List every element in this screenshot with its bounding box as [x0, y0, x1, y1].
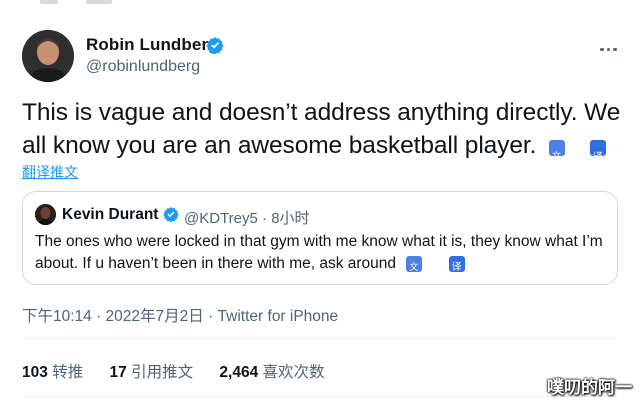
- divider: [22, 338, 618, 339]
- watermark: 噗叨的阿一: [547, 378, 632, 398]
- quoted-handle[interactable]: @KDTrey5: [184, 210, 258, 227]
- author-handle[interactable]: @robinlundberg: [86, 58, 200, 76]
- verified-badge-icon: [163, 207, 179, 222]
- tweet-body: This is vague and doesn’t address anythi…: [22, 99, 621, 159]
- tweet-text: This is vague and doesn’t address anythi…: [22, 96, 622, 174]
- quoted-separator: ·: [262, 210, 268, 227]
- divider: [22, 396, 618, 397]
- likes-count: 2,464: [219, 364, 259, 381]
- verified-badge-icon: [206, 37, 224, 54]
- more-options-icon[interactable]: [600, 38, 620, 51]
- likes-label: 喜欢次数: [262, 364, 325, 381]
- translate-icons[interactable]: [549, 130, 606, 174]
- google-translate-icon[interactable]: [549, 139, 565, 174]
- google-translate-icon[interactable]: [406, 255, 423, 279]
- translate-icon[interactable]: [448, 255, 465, 279]
- likes-stat[interactable]: 2,464 喜欢次数: [219, 364, 324, 381]
- retweets-stat[interactable]: 103 转推: [22, 364, 83, 381]
- retweets-label: 转推: [52, 364, 84, 381]
- quoted-author-avatar[interactable]: [35, 204, 56, 225]
- author-name[interactable]: Robin Lundberg: [86, 35, 219, 55]
- quoted-meta: @KDTrey5 · 8小时: [184, 207, 310, 228]
- quoted-body: The ones who were locked in that gym wit…: [35, 233, 603, 273]
- quoted-time[interactable]: 8小时: [271, 210, 309, 227]
- translate-tweet-link[interactable]: 翻译推文: [22, 162, 78, 182]
- tweet-timestamp[interactable]: 下午10:14 · 2022年7月2日 · Twitter for iPhone: [22, 304, 338, 326]
- quoted-text: The ones who were locked in that gym wit…: [35, 231, 605, 279]
- quoted-tweet-card[interactable]: Kevin Durant @KDTrey5 · 8小时 The ones who…: [22, 191, 618, 285]
- author-avatar[interactable]: [22, 30, 74, 82]
- translate-icons[interactable]: [406, 253, 465, 279]
- quotes-label: 引用推文: [131, 364, 194, 381]
- engagement-stats: 103 转推 17 引用推文 2,464 喜欢次数: [22, 360, 347, 382]
- translate-icon[interactable]: [589, 139, 606, 174]
- retweets-count: 103: [22, 364, 48, 381]
- quotes-stat[interactable]: 17 引用推文: [110, 364, 194, 381]
- top-cropped-line: [0, 0, 640, 4]
- quotes-count: 17: [109, 364, 127, 381]
- quoted-author-name[interactable]: Kevin Durant: [62, 206, 158, 224]
